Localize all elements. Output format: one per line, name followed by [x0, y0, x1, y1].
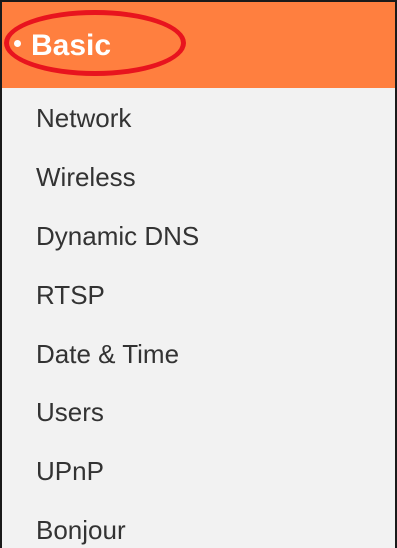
menu-item-bonjour[interactable]: Bonjour — [36, 512, 126, 548]
section-header-basic[interactable]: Basic — [2, 2, 395, 88]
menu-item-rtsp[interactable]: RTSP — [36, 277, 105, 313]
menu-item-network[interactable]: Network — [36, 100, 131, 136]
bullet-icon — [14, 40, 21, 47]
menu-item-upnp[interactable]: UPnP — [36, 453, 104, 489]
section-title: Basic — [31, 29, 112, 62]
settings-menu: Basic Network Wireless Dynamic DNS RTSP … — [0, 0, 397, 548]
menu-item-dynamic-dns[interactable]: Dynamic DNS — [36, 218, 199, 254]
menu-item-users[interactable]: Users — [36, 394, 104, 430]
menu-item-wireless[interactable]: Wireless — [36, 159, 136, 195]
menu-item-date-time[interactable]: Date & Time — [36, 336, 179, 372]
